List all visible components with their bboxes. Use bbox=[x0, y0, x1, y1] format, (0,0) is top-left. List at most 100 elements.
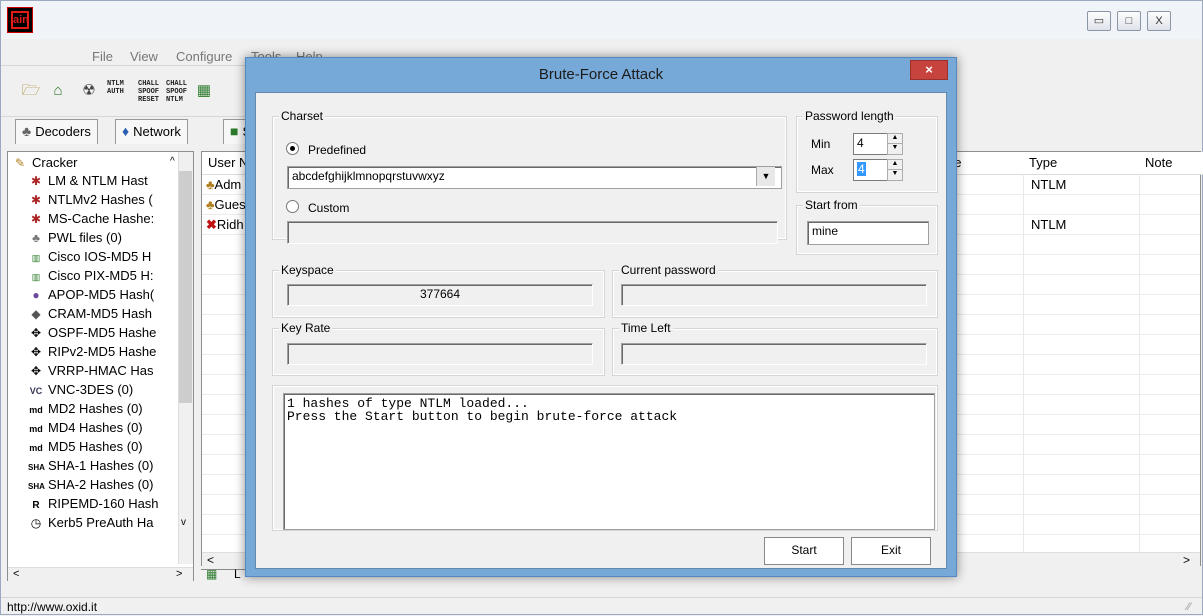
tree-item[interactable]: md MD4 Hashes (0) bbox=[28, 419, 143, 437]
min-down-arrow-icon[interactable]: ▼ bbox=[887, 143, 903, 155]
table-row[interactable]: ♣Adm bbox=[206, 175, 241, 195]
tree-item[interactable]: ✥ VRRP-HMAC Has bbox=[28, 362, 154, 380]
tab-decoders[interactable]: ♣ Decoders bbox=[15, 119, 98, 144]
menu-configure[interactable]: Configure bbox=[176, 49, 232, 64]
table-row[interactable]: ♣Gues bbox=[206, 195, 246, 215]
routing-icon: ✥ bbox=[30, 345, 42, 359]
charset-select[interactable]: abcdefghijklmnopqrstuvwxyz bbox=[287, 166, 782, 189]
scroll-up-icon[interactable]: ^ bbox=[170, 156, 175, 167]
status-text: http://www.oxid.it bbox=[7, 600, 98, 614]
tree-item-label: CRAM-MD5 Hash bbox=[48, 306, 153, 321]
pwl-icon: ♣ bbox=[32, 231, 40, 245]
tree-item-label: MD4 Hashes (0) bbox=[48, 420, 143, 435]
tree-item[interactable]: ▥ Cisco PIX-MD5 H: bbox=[28, 267, 154, 285]
tree-item[interactable]: ✱ NTLMv2 Hashes ( bbox=[28, 191, 153, 209]
start-from-input[interactable]: mine bbox=[807, 221, 929, 245]
column-divider bbox=[1139, 174, 1140, 566]
close-button[interactable]: X bbox=[1147, 11, 1171, 31]
md4-icon: md bbox=[29, 424, 43, 434]
tree-item[interactable]: VC VNC-3DES (0) bbox=[28, 381, 134, 399]
tree-scroll-thumb[interactable] bbox=[179, 171, 192, 403]
table-cell-user: Ridh bbox=[216, 217, 244, 232]
bottom-tab-icon[interactable]: ▦ bbox=[206, 567, 217, 581]
tree-item-label: VRRP-HMAC Has bbox=[48, 363, 154, 378]
tree-item-label: LM & NTLM Hast bbox=[48, 173, 148, 188]
chevron-down-icon[interactable]: ▼ bbox=[756, 167, 775, 186]
table-row[interactable]: ✖Ridh bbox=[206, 215, 244, 235]
cracker-tree[interactable]: ✎ Cracker ^ ✱ LM & NTLM Hast ✱ NTLMv2 Hashe… bbox=[7, 151, 194, 581]
tree-item-label: Cisco PIX-MD5 H: bbox=[48, 268, 154, 283]
column-header-type[interactable]: Type bbox=[1023, 152, 1146, 175]
maximize-button[interactable]: □ bbox=[1117, 11, 1141, 31]
start-button[interactable]: Start bbox=[764, 537, 844, 565]
status-bar: http://www.oxid.it bbox=[1, 597, 1202, 615]
tree-item-label: NTLMv2 Hashes ( bbox=[48, 192, 153, 207]
log-output[interactable]: 1 hashes of type NTLM loaded... Press th… bbox=[283, 393, 935, 530]
tree-item[interactable]: ▥ Cisco IOS-MD5 H bbox=[28, 248, 152, 266]
resize-grip-icon[interactable]: ⁄⁄ bbox=[1187, 601, 1191, 613]
menu-file[interactable]: File bbox=[92, 49, 113, 64]
tree-item[interactable]: ✥ OSPF-MD5 Hashe bbox=[28, 324, 156, 342]
network-adapter-icon[interactable]: ⌂ bbox=[48, 81, 68, 101]
tree-item[interactable]: ✥ RIPv2-MD5 Hashe bbox=[28, 343, 156, 361]
dialog-close-button[interactable]: × bbox=[910, 60, 948, 80]
key-rate-label: Key Rate bbox=[279, 321, 333, 335]
tree-item[interactable]: SHA SHA-2 Hashes (0) bbox=[28, 476, 153, 494]
charset-label: Charset bbox=[279, 109, 326, 123]
tree-item-label: VNC-3DES (0) bbox=[48, 382, 134, 397]
column-header-note[interactable]: Note bbox=[1139, 152, 1203, 175]
key-rate-value bbox=[287, 343, 593, 365]
menu-view[interactable]: View bbox=[130, 49, 158, 64]
tree-item[interactable]: ● APOP-MD5 Hash( bbox=[28, 286, 154, 304]
max-down-arrow-icon[interactable]: ▼ bbox=[887, 169, 903, 181]
table-cell-type: NTLM bbox=[1031, 217, 1067, 232]
ntlm-auth-button[interactable]: NTLM AUTH bbox=[107, 80, 124, 96]
cracker-icon: ✎ bbox=[14, 156, 26, 170]
tree-item[interactable]: md MD2 Hashes (0) bbox=[28, 400, 142, 418]
scroll-right-icon[interactable]: > bbox=[176, 568, 182, 580]
tree-item[interactable]: ◷ Kerb5 PreAuth Ha bbox=[28, 514, 154, 532]
time-left-value bbox=[621, 343, 927, 365]
tree-item[interactable]: ◆ CRAM-MD5 Hash bbox=[28, 305, 152, 323]
start-from-label: Start from bbox=[803, 198, 860, 212]
keyspace-label: Keyspace bbox=[279, 263, 336, 277]
tree-item-label: SHA-1 Hashes (0) bbox=[48, 458, 154, 473]
chall-spoof-reset-button[interactable]: CHALL SPOOF RESET bbox=[138, 80, 159, 104]
tree-root-cracker[interactable]: ✎ Cracker bbox=[12, 154, 78, 172]
tree-item[interactable]: ✱ MS-Cache Hashe: bbox=[28, 210, 154, 228]
scroll-left-icon[interactable]: < bbox=[207, 553, 214, 567]
apop-icon: ● bbox=[32, 288, 40, 302]
dialog-title: Brute-Force Attack bbox=[538, 66, 664, 83]
minimize-button[interactable]: ▭ bbox=[1087, 11, 1111, 31]
tree-horizontal-scrollbar[interactable] bbox=[8, 567, 193, 582]
tree-root-label: Cracker bbox=[32, 155, 78, 170]
open-folder-icon[interactable]: 🗁 bbox=[21, 81, 41, 101]
tree-item[interactable]: ♣ PWL files (0) bbox=[28, 229, 122, 247]
tree-item-label: RIPv2-MD5 Hashe bbox=[48, 344, 157, 359]
cisco-icon: ▥ bbox=[31, 272, 41, 282]
scroll-down-icon[interactable]: v bbox=[181, 517, 186, 528]
max-label: Max bbox=[811, 163, 834, 177]
chall-spoof-ntlm-button[interactable]: CHALL SPOOF NTLM bbox=[166, 80, 187, 104]
tree-item[interactable]: SHA SHA-1 Hashes (0) bbox=[28, 457, 153, 475]
tree-item[interactable]: R RIPEMD-160 Hash bbox=[28, 495, 158, 513]
predefined-radio[interactable] bbox=[286, 142, 299, 155]
certificate-icon[interactable]: ▦ bbox=[194, 81, 214, 101]
custom-charset-input[interactable] bbox=[287, 221, 778, 244]
scroll-right-icon[interactable]: > bbox=[1183, 553, 1190, 567]
tab-network[interactable]: ♦ Network bbox=[115, 119, 188, 144]
custom-radio[interactable] bbox=[286, 200, 299, 213]
exit-button[interactable]: Exit bbox=[851, 537, 931, 565]
app-icon[interactable]: ain bbox=[7, 7, 33, 33]
bottom-tab-label[interactable]: L bbox=[234, 567, 241, 581]
tree-item-label: PWL files (0) bbox=[48, 230, 122, 245]
tree-item[interactable]: ✱ LM & NTLM Hast bbox=[28, 172, 148, 190]
scroll-left-icon[interactable]: < bbox=[13, 568, 19, 580]
user-icon: ♣ bbox=[206, 177, 215, 192]
radiation-icon[interactable]: ☢ bbox=[79, 81, 99, 101]
network-icon: ♦ bbox=[122, 123, 130, 139]
tree-item-label: APOP-MD5 Hash( bbox=[48, 287, 155, 302]
hash-icon: ✱ bbox=[30, 174, 42, 188]
tree-item[interactable]: md MD5 Hashes (0) bbox=[28, 438, 142, 456]
tree-item-label: MS-Cache Hashe: bbox=[48, 211, 155, 226]
